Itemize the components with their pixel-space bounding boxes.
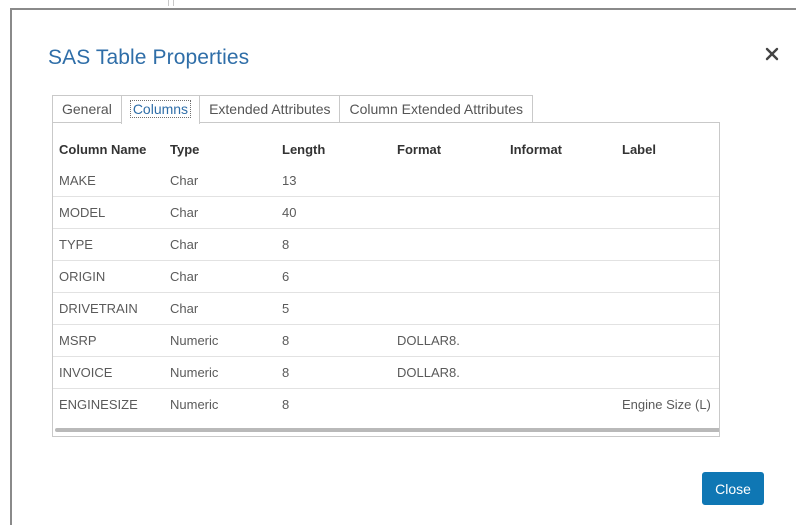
cell-column-name: ORIGIN	[59, 269, 106, 284]
cell-label: Engine Size (L)	[622, 397, 711, 412]
cell-type: Char	[170, 237, 199, 252]
table-row[interactable]: ENGINESIZE Numeric 8 Engine Size (L)	[53, 389, 719, 420]
header-label[interactable]: Label	[622, 142, 656, 157]
columns-panel: Column Name Type Length Format Informat …	[52, 122, 720, 437]
header-column-name[interactable]: Column Name	[59, 142, 146, 157]
table-row[interactable]: MAKE Char 13	[53, 165, 719, 197]
tab-columns[interactable]: Columns	[120, 95, 201, 124]
cell-length: 13	[282, 173, 297, 188]
cell-column-name: MODEL	[59, 205, 106, 220]
cell-column-name: MSRP	[59, 333, 97, 348]
cell-type: Char	[170, 269, 199, 284]
cell-length: 6	[282, 269, 290, 284]
cell-column-name: ENGINESIZE	[59, 397, 138, 412]
tab-column-extended-attributes[interactable]: Column Extended Attributes	[339, 95, 534, 123]
tab-bar: General Columns Extended Attributes Colu…	[52, 95, 534, 124]
cell-column-name: TYPE	[59, 237, 93, 252]
tab-columns-label: Columns	[129, 100, 192, 118]
header-informat[interactable]: Informat	[510, 142, 562, 157]
columns-table-header: Column Name Type Length Format Informat …	[53, 123, 719, 163]
header-length[interactable]: Length	[282, 142, 325, 157]
table-row[interactable]: ORIGIN Char 6	[53, 261, 719, 293]
header-type[interactable]: Type	[170, 142, 199, 157]
cell-length: 40	[282, 205, 297, 220]
table-row[interactable]: DRIVETRAIN Char 5	[53, 293, 719, 325]
background-tick-mark	[168, 0, 174, 6]
table-row[interactable]: INVOICE Numeric 8 DOLLAR8.	[53, 357, 719, 389]
cell-column-name: DRIVETRAIN	[59, 301, 138, 316]
cell-type: Char	[170, 173, 199, 188]
cell-length: 5	[282, 301, 290, 316]
horizontal-scrollbar-thumb[interactable]	[55, 428, 719, 432]
sas-table-properties-dialog: SAS Table Properties General Columns Ext…	[12, 10, 796, 525]
cell-length: 8	[282, 237, 290, 252]
header-format[interactable]: Format	[397, 142, 441, 157]
table-row[interactable]: TYPE Char 8	[53, 229, 719, 261]
tab-general[interactable]: General	[52, 95, 122, 123]
close-icon[interactable]	[764, 46, 780, 62]
cell-type: Numeric	[170, 397, 219, 412]
table-row[interactable]: MSRP Numeric 8 DOLLAR8.	[53, 325, 719, 357]
cell-type: Numeric	[170, 333, 219, 348]
cell-format: DOLLAR8.	[397, 333, 460, 348]
tab-general-label: General	[62, 101, 112, 117]
columns-table-body: MAKE Char 13 MODEL Char 40 TYPE Char 8 O…	[53, 165, 719, 420]
cell-type: Numeric	[170, 365, 219, 380]
cell-type: Char	[170, 301, 199, 316]
close-button[interactable]: Close	[702, 472, 764, 505]
cell-type: Char	[170, 205, 199, 220]
tab-column-extended-attributes-label: Column Extended Attributes	[349, 101, 524, 117]
close-icon-glyph	[765, 47, 779, 61]
cell-length: 8	[282, 397, 290, 412]
cell-length: 8	[282, 365, 290, 380]
cell-format: DOLLAR8.	[397, 365, 460, 380]
dialog-title: SAS Table Properties	[48, 46, 250, 69]
cell-column-name: INVOICE	[59, 365, 113, 380]
cell-length: 8	[282, 333, 290, 348]
tab-extended-attributes-label: Extended Attributes	[209, 101, 331, 117]
table-row[interactable]: MODEL Char 40	[53, 197, 719, 229]
tab-extended-attributes[interactable]: Extended Attributes	[199, 95, 341, 123]
cell-column-name: MAKE	[59, 173, 96, 188]
